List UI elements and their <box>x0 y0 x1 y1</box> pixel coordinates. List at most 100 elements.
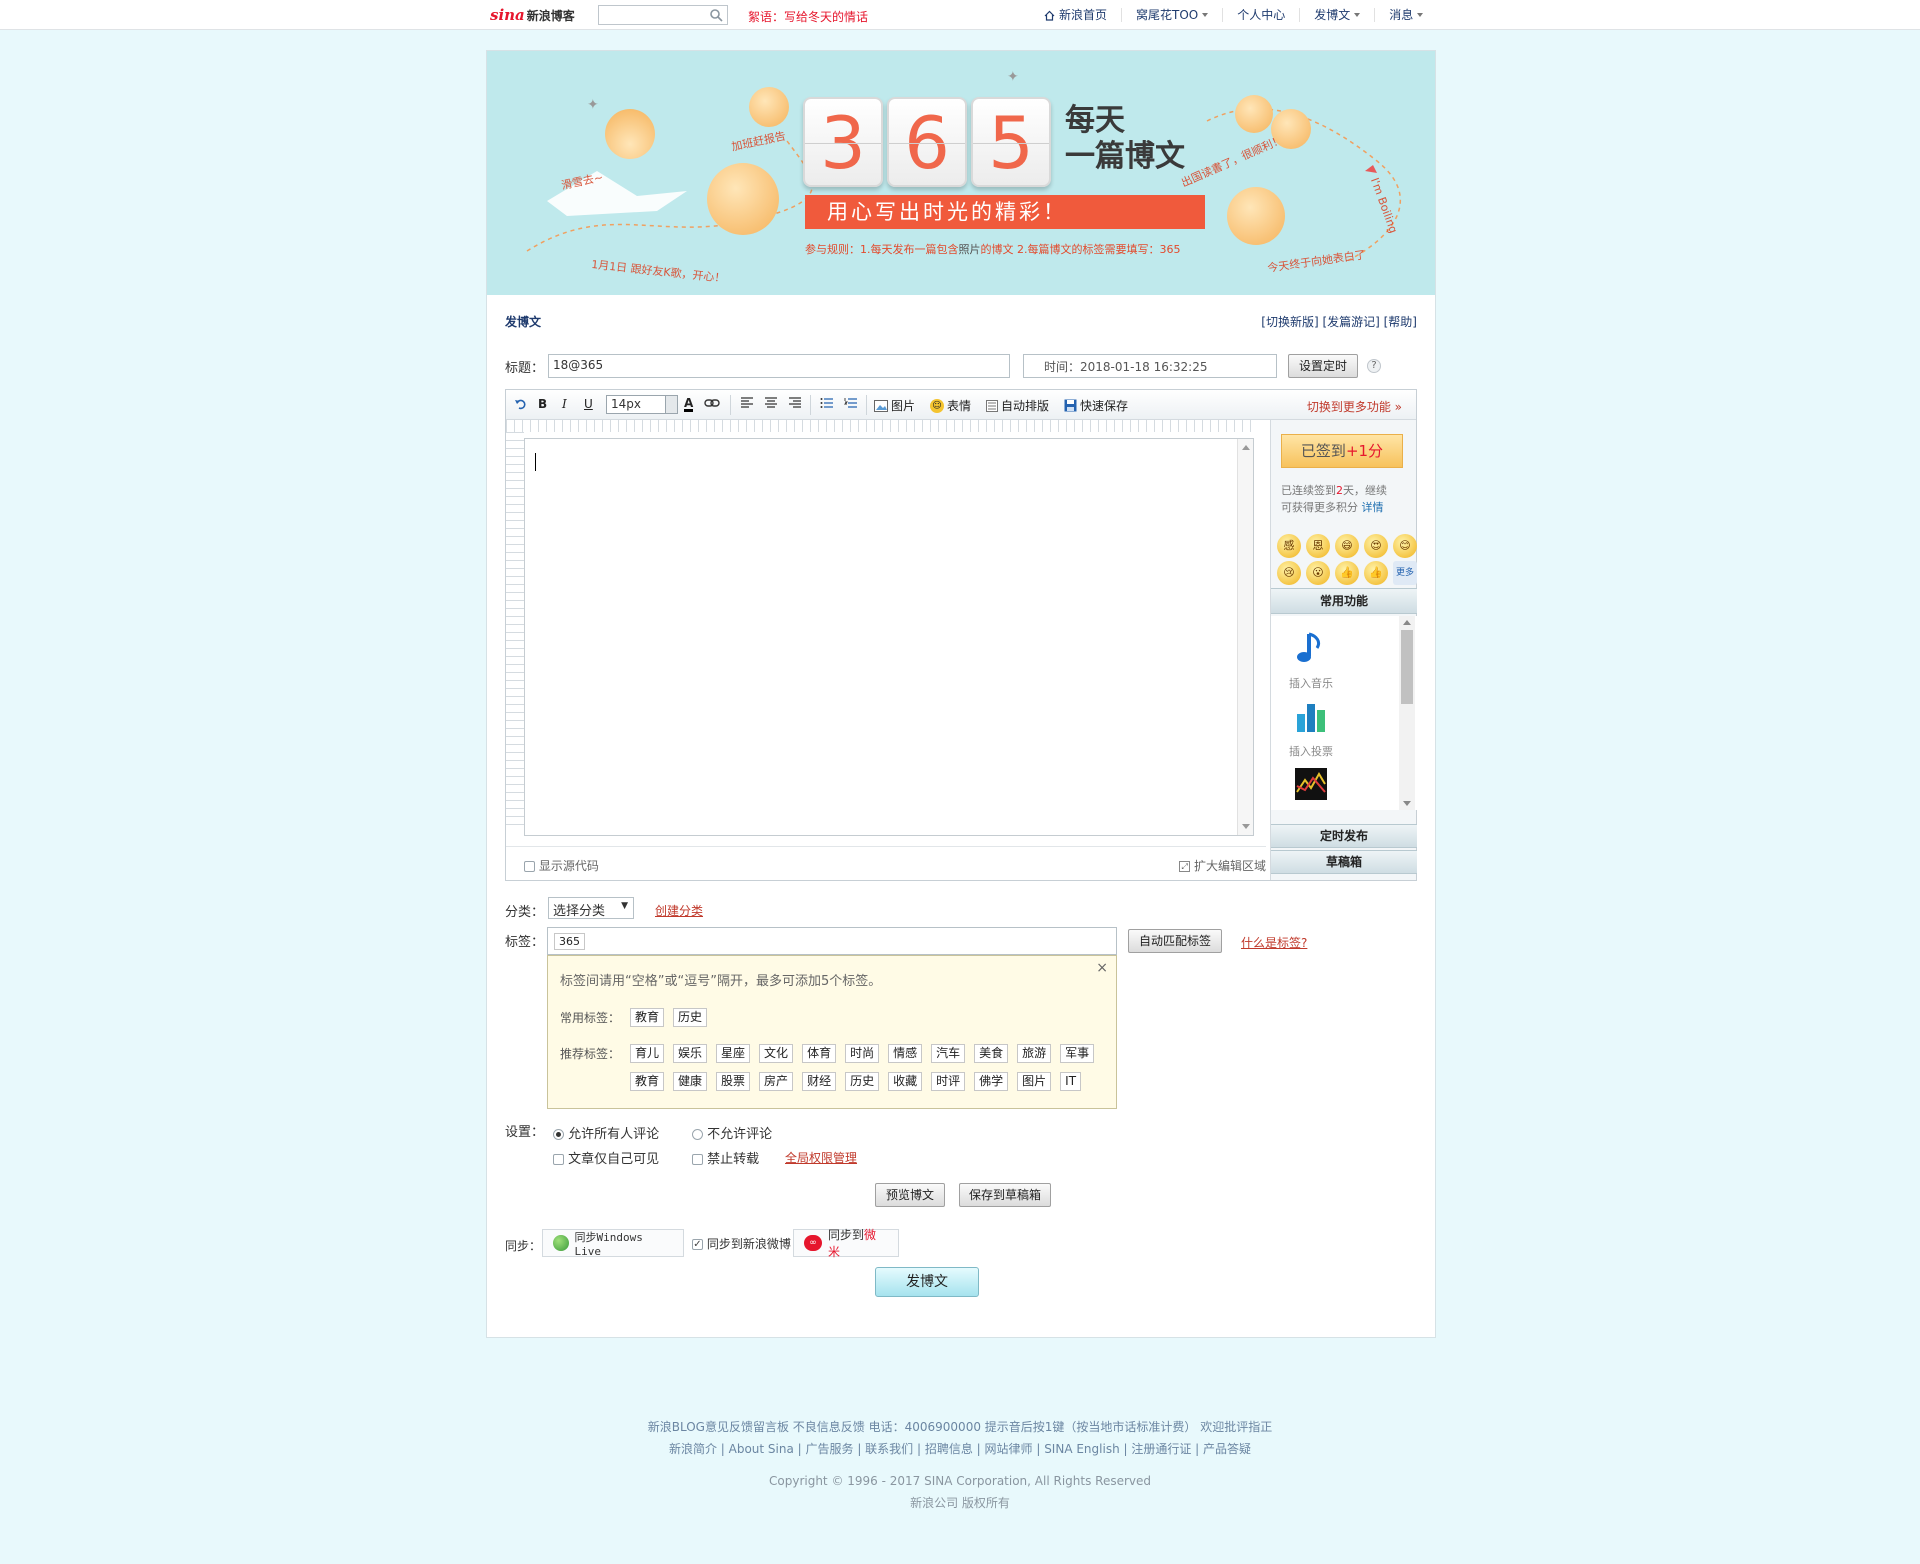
tag-chip[interactable]: 星座 <box>716 1044 751 1063</box>
nav-user-menu[interactable]: 窝尾花TOO <box>1121 8 1222 22</box>
tag-chip[interactable]: 教育 <box>630 1008 665 1027</box>
tag-chip[interactable]: 财经 <box>802 1072 837 1091</box>
sync-weibo-checkbox[interactable] <box>692 1239 703 1250</box>
allow-all-comments-option[interactable]: 允许所有人评论 <box>553 1123 659 1142</box>
link-icon[interactable] <box>704 397 720 409</box>
emoji-en-icon[interactable]: 恩 <box>1306 534 1330 558</box>
tag-chip[interactable]: 旅游 <box>1017 1044 1052 1063</box>
font-size-select[interactable]: 14px <box>606 395 678 414</box>
tag-chip[interactable]: 时评 <box>931 1072 966 1091</box>
tag-chip[interactable]: IT <box>1060 1072 1082 1091</box>
content-textarea[interactable] <box>524 438 1254 836</box>
signed-in-badge[interactable]: 已签到+1分 <box>1281 434 1403 468</box>
tag-chip[interactable]: 时尚 <box>845 1044 880 1063</box>
emoji-love-icon[interactable]: 😍 <box>1364 534 1388 558</box>
allow-all-radio[interactable] <box>553 1129 564 1140</box>
tag-chip[interactable]: 育儿 <box>630 1044 665 1063</box>
disallow-comments-option[interactable]: 不允许评论 <box>692 1123 772 1142</box>
top-search-input[interactable] <box>598 5 728 25</box>
emoji-surprise-icon[interactable]: 😮 <box>1306 561 1330 585</box>
auto-match-tags-button[interactable]: 自动匹配标签 <box>1128 929 1222 953</box>
what-is-tag-link[interactable]: 什么是标签? <box>1241 934 1307 951</box>
emoji-cry-icon[interactable]: 😢 <box>1277 561 1301 585</box>
category-select[interactable]: 选择分类 ▼ <box>548 897 634 919</box>
sync-weibo-option[interactable]: 同步到新浪微博 <box>692 1235 791 1252</box>
tag-chip[interactable]: 历史 <box>845 1072 880 1091</box>
section-links[interactable]: [切换新版] [发篇游记] [帮助] <box>1261 313 1417 330</box>
publish-button[interactable]: 发博文 <box>875 1267 979 1297</box>
tag-chip[interactable]: 图片 <box>1017 1072 1052 1091</box>
underline-icon[interactable]: U <box>584 397 593 411</box>
auto-layout-button[interactable]: 自动排版 <box>986 397 1049 414</box>
search-icon[interactable] <box>709 8 723 22</box>
tag-chip[interactable]: 历史 <box>673 1008 708 1027</box>
align-right-icon[interactable] <box>788 397 802 409</box>
no-repost-checkbox[interactable] <box>692 1154 703 1165</box>
quick-save-button[interactable]: 快速保存 <box>1064 397 1128 414</box>
save-draft-button[interactable]: 保存到草稿箱 <box>959 1183 1051 1207</box>
align-left-icon[interactable] <box>740 397 754 409</box>
emoji-smile-icon[interactable]: 😊 <box>1393 534 1417 558</box>
bold-icon[interactable]: B <box>538 397 547 411</box>
insert-poll-button[interactable]: 插入投票 <box>1281 696 1341 759</box>
nav-messages[interactable]: 消息 <box>1374 8 1437 22</box>
tag-chip[interactable]: 佛学 <box>974 1072 1009 1091</box>
font-color-icon[interactable]: A <box>684 397 694 412</box>
drafts-header[interactable]: 草稿箱 <box>1271 850 1417 874</box>
scroll-up-icon[interactable] <box>1403 620 1411 625</box>
tag-chip[interactable]: 健康 <box>673 1072 708 1091</box>
sina-blog-logo[interactable]: sina 新浪博客 <box>490 6 575 24</box>
tag-chip[interactable]: 美食 <box>974 1044 1009 1063</box>
footer-feedback-line[interactable]: 新浪BLOG意见反馈留言板 不良信息反馈 电话：4006900000 提示音后按… <box>0 1416 1920 1438</box>
notice-link[interactable]: 絮语：写给冬天的情话 <box>748 8 868 25</box>
no-repost-option[interactable]: 禁止转载 <box>692 1148 759 1167</box>
tag-chip[interactable]: 情感 <box>888 1044 923 1063</box>
emoji-laugh-icon[interactable]: 😄 <box>1335 534 1359 558</box>
global-permission-link[interactable]: 全局权限管理 <box>785 1149 857 1166</box>
insert-emotion-button[interactable]: ☺ 表情 <box>930 397 971 414</box>
numbered-list-icon[interactable] <box>844 397 858 409</box>
only-me-checkbox[interactable] <box>553 1154 564 1165</box>
scheduled-publish-header[interactable]: 定时发布 <box>1271 824 1417 848</box>
footer-links-line[interactable]: 新浪简介 | About Sina | 广告服务 | 联系我们 | 招聘信息 |… <box>0 1438 1920 1460</box>
nav-personal-center[interactable]: 个人中心 <box>1222 8 1299 22</box>
tags-input[interactable]: 365 <box>547 927 1117 955</box>
time-field[interactable]: 时间：2018-01-18 16:32:25 <box>1023 354 1277 378</box>
streak-detail-link[interactable]: 详情 <box>1362 501 1384 514</box>
disallow-radio[interactable] <box>692 1129 703 1140</box>
emoji-thumbup-icon[interactable]: 👍 <box>1364 561 1388 585</box>
tag-chip[interactable]: 汽车 <box>931 1044 966 1063</box>
undo-icon[interactable] <box>514 397 528 411</box>
tag-chip[interactable]: 365 <box>554 933 585 950</box>
only-me-option[interactable]: 文章仅自己可见 <box>553 1148 659 1167</box>
emoji-thumb-icon[interactable]: 👍 <box>1335 561 1359 585</box>
insert-image-button[interactable]: 图片 <box>874 397 915 414</box>
close-icon[interactable]: × <box>1096 960 1108 976</box>
tag-chip[interactable]: 文化 <box>759 1044 794 1063</box>
scroll-thumb[interactable] <box>1401 630 1413 704</box>
create-category-link[interactable]: 创建分类 <box>655 902 703 919</box>
help-icon[interactable]: ? <box>1367 359 1381 373</box>
event-banner[interactable]: ✦ ✦ 滑雪去~ 加班赶报告 1月1日 跟好友K歌，开心！ 出国读書了，很顺利！… <box>487 51 1435 295</box>
scroll-down-icon[interactable] <box>1403 801 1411 806</box>
bullet-list-icon[interactable] <box>820 397 834 409</box>
nav-sina-home[interactable]: 新浪首页 <box>1030 8 1121 22</box>
sync-windows-live-button[interactable]: 同步Windows Live <box>542 1229 684 1258</box>
preview-button[interactable]: 预览博文 <box>875 1183 945 1207</box>
sync-weimi-button[interactable]: ∞ 同步到微米 <box>793 1228 899 1259</box>
align-center-icon[interactable] <box>764 397 778 409</box>
emoji-more-icon[interactable]: 更多 <box>1393 561 1417 585</box>
common-functions-header[interactable]: 常用功能 <box>1271 588 1417 614</box>
show-source-checkbox[interactable] <box>524 861 535 872</box>
editor-scrollbar[interactable] <box>1237 439 1253 835</box>
expand-editor-button[interactable]: ⤢ 扩大编辑区域 <box>1179 857 1266 874</box>
scroll-down-icon[interactable] <box>1242 824 1250 829</box>
scroll-up-icon[interactable] <box>1242 445 1250 450</box>
tag-chip[interactable]: 收藏 <box>888 1072 923 1091</box>
tag-chip[interactable]: 娱乐 <box>673 1044 708 1063</box>
tag-chip[interactable]: 军事 <box>1060 1044 1095 1063</box>
title-input[interactable]: 18@365 <box>548 354 1010 378</box>
nav-post-blog[interactable]: 发博文 <box>1299 8 1374 22</box>
more-functions-link[interactable]: 切换到更多功能 » <box>1307 398 1402 415</box>
tag-chip[interactable]: 房产 <box>759 1072 794 1091</box>
